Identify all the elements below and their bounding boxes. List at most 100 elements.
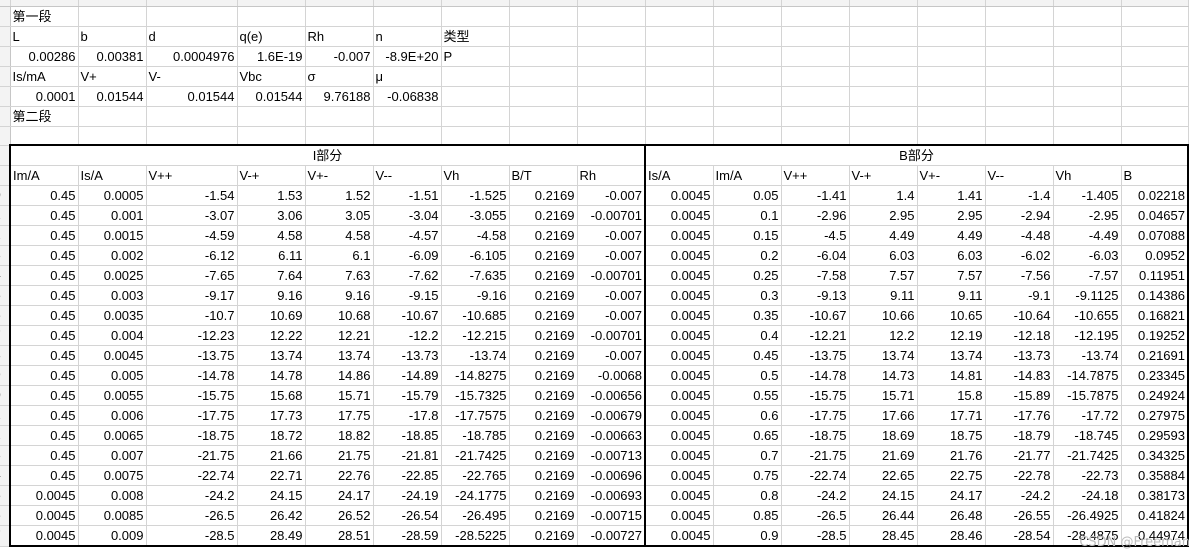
cell[interactable]: 0.2169 bbox=[509, 205, 578, 226]
cell[interactable]: -21.75 bbox=[781, 445, 850, 466]
cell[interactable]: 22.71 bbox=[237, 465, 306, 486]
cell[interactable]: 0.0005 bbox=[78, 185, 147, 206]
cell[interactable]: -2.94 bbox=[985, 205, 1054, 226]
cell[interactable]: b bbox=[78, 26, 147, 47]
cell[interactable]: 0.2169 bbox=[509, 525, 578, 547]
row-header[interactable] bbox=[0, 6, 11, 27]
row-header[interactable]: 4 bbox=[0, 465, 11, 486]
cell[interactable]: 3.05 bbox=[305, 205, 374, 226]
cell[interactable]: 10.69 bbox=[237, 305, 306, 326]
cell[interactable]: -28.5225 bbox=[441, 525, 510, 547]
cell[interactable]: -22.74 bbox=[146, 465, 238, 486]
cell[interactable]: 0.0045 bbox=[645, 405, 714, 426]
cell[interactable]: -2.96 bbox=[781, 205, 850, 226]
cell[interactable]: 0.0004976 bbox=[146, 46, 238, 67]
cell[interactable]: 13.74 bbox=[849, 345, 918, 366]
cell[interactable]: -1.41 bbox=[781, 185, 850, 206]
cell[interactable]: -0.06838 bbox=[373, 86, 442, 107]
column-title[interactable]: Im/A bbox=[9, 165, 79, 186]
cell[interactable]: 12.22 bbox=[237, 325, 306, 346]
cell[interactable]: n bbox=[373, 26, 442, 47]
column-title[interactable]: V-- bbox=[373, 165, 442, 186]
cell[interactable]: L bbox=[10, 26, 79, 47]
cell[interactable]: 10.66 bbox=[849, 305, 918, 326]
cell[interactable] bbox=[781, 86, 850, 107]
section-title[interactable]: 第二段 bbox=[10, 106, 79, 127]
cell[interactable] bbox=[441, 86, 510, 107]
cell[interactable]: 28.45 bbox=[849, 525, 918, 547]
cell[interactable]: 7.57 bbox=[917, 265, 986, 286]
cell[interactable] bbox=[985, 46, 1054, 67]
cell[interactable] bbox=[146, 106, 238, 127]
cell[interactable]: -13.75 bbox=[146, 345, 238, 366]
cell[interactable]: 21.66 bbox=[237, 445, 306, 466]
cell[interactable] bbox=[713, 26, 782, 47]
cell[interactable]: 0.27975 bbox=[1121, 405, 1189, 426]
cell[interactable]: 0.41824 bbox=[1121, 505, 1189, 526]
cell[interactable]: -0.00679 bbox=[577, 405, 646, 426]
row-header[interactable] bbox=[0, 145, 11, 166]
cell[interactable]: 0.001 bbox=[78, 205, 147, 226]
cell[interactable]: 9.16 bbox=[237, 285, 306, 306]
cell[interactable] bbox=[849, 86, 918, 107]
cell[interactable]: 18.75 bbox=[917, 425, 986, 446]
cell[interactable]: 0.24924 bbox=[1121, 385, 1189, 406]
cell[interactable]: P bbox=[441, 46, 510, 67]
cell[interactable]: -0.0068 bbox=[577, 365, 646, 386]
cell[interactable]: 0.45 bbox=[713, 345, 782, 366]
cell[interactable]: -6.09 bbox=[373, 245, 442, 266]
cell[interactable]: 0.0085 bbox=[78, 505, 147, 526]
cell[interactable]: -12.195 bbox=[1053, 325, 1122, 346]
cell[interactable]: 26.48 bbox=[917, 505, 986, 526]
cell[interactable]: 22.76 bbox=[305, 465, 374, 486]
cell[interactable]: 0.45 bbox=[9, 285, 79, 306]
cell[interactable]: -0.007 bbox=[577, 225, 646, 246]
cell[interactable]: 0.007 bbox=[78, 445, 147, 466]
cell[interactable]: -13.73 bbox=[373, 345, 442, 366]
cell[interactable]: -12.18 bbox=[985, 325, 1054, 346]
cell[interactable]: -26.5 bbox=[146, 505, 238, 526]
cell[interactable]: 22.75 bbox=[917, 465, 986, 486]
cell[interactable] bbox=[1121, 106, 1189, 127]
section-title[interactable]: 第一段 bbox=[10, 6, 79, 27]
cell[interactable]: -26.5 bbox=[781, 505, 850, 526]
cell[interactable]: 0.23345 bbox=[1121, 365, 1189, 386]
cell[interactable]: 0.29593 bbox=[1121, 425, 1189, 446]
cell[interactable] bbox=[237, 106, 306, 127]
row-header[interactable]: 3 bbox=[0, 245, 11, 266]
cell[interactable] bbox=[1121, 66, 1189, 87]
row-header[interactable]: 7 bbox=[0, 525, 11, 547]
cell[interactable]: 15.71 bbox=[849, 385, 918, 406]
cell[interactable]: -18.785 bbox=[441, 425, 510, 446]
cell[interactable]: -6.12 bbox=[146, 245, 238, 266]
row-header[interactable]: 8 bbox=[0, 345, 11, 366]
cell[interactable]: 21.69 bbox=[849, 445, 918, 466]
cell[interactable] bbox=[577, 126, 646, 146]
cell[interactable]: 0.55 bbox=[713, 385, 782, 406]
column-title[interactable]: V+- bbox=[305, 165, 374, 186]
cell[interactable]: 0.15 bbox=[713, 225, 782, 246]
cell[interactable]: 类型 bbox=[441, 26, 510, 47]
cell[interactable]: 12.2 bbox=[849, 325, 918, 346]
cell[interactable] bbox=[1121, 6, 1189, 27]
cell[interactable] bbox=[441, 6, 510, 27]
cell[interactable]: 0.0045 bbox=[645, 445, 714, 466]
cell[interactable]: 14.73 bbox=[849, 365, 918, 386]
cell[interactable]: -7.635 bbox=[441, 265, 510, 286]
cell[interactable]: -1.4 bbox=[985, 185, 1054, 206]
cell[interactable]: -3.055 bbox=[441, 205, 510, 226]
cell[interactable]: 0.21691 bbox=[1121, 345, 1189, 366]
cell[interactable]: 0.0045 bbox=[9, 505, 79, 526]
cell[interactable] bbox=[441, 106, 510, 127]
cell[interactable] bbox=[305, 6, 374, 27]
cell[interactable] bbox=[509, 126, 578, 146]
cell[interactable]: 0.0045 bbox=[645, 385, 714, 406]
cell[interactable] bbox=[713, 66, 782, 87]
cell[interactable] bbox=[645, 126, 714, 146]
cell[interactable]: 0.6 bbox=[713, 405, 782, 426]
cell[interactable]: 0.2169 bbox=[509, 245, 578, 266]
cell[interactable]: -10.655 bbox=[1053, 305, 1122, 326]
row-header[interactable] bbox=[0, 106, 11, 127]
cell[interactable]: -24.2 bbox=[781, 485, 850, 506]
cell[interactable]: 0.45 bbox=[9, 425, 79, 446]
